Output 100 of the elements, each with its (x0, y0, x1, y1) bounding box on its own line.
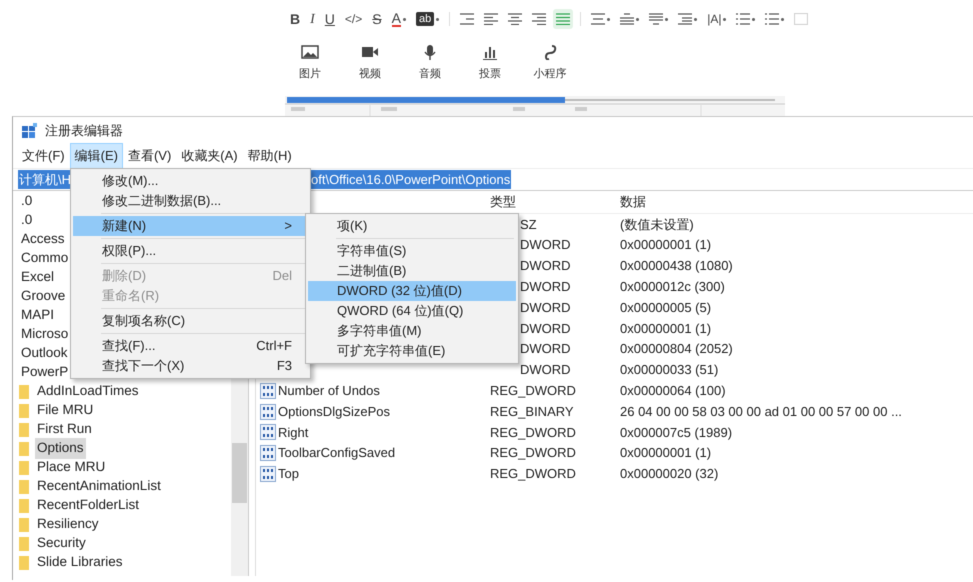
column-header[interactable]: 类型 (490, 192, 620, 212)
menu-item[interactable]: QWORD (64 位)值(Q) (308, 301, 516, 321)
tree-item[interactable]: First Run (35, 419, 94, 440)
value-type: REG_BINARY (490, 402, 575, 421)
menu-item[interactable]: DWORD (32 位)值(D) (308, 281, 516, 301)
value-type: DWORD (519, 278, 572, 296)
folder-icon (19, 498, 29, 512)
value-data: 0x00000005 (5) (620, 298, 712, 317)
menu-item[interactable]: 字符串值(S) (308, 241, 516, 261)
tree-item[interactable]: Groove (19, 286, 68, 307)
value-data: 0x00000001 (1) (620, 320, 712, 338)
tree-item[interactable]: Excel (19, 267, 56, 288)
value-data: (数值未设置) (620, 216, 694, 234)
tree-item[interactable]: Commo (19, 248, 70, 269)
insert-image-button[interactable]: 图片 (280, 44, 340, 94)
image-icon (301, 44, 319, 60)
value-type: DWORD (519, 257, 572, 276)
value-type: REG_DWORD (490, 465, 577, 484)
font-color-button[interactable]: A (388, 9, 409, 29)
value-type: DWORD (519, 340, 572, 358)
folder-icon (19, 384, 29, 398)
value-data: 0x00000804 (2052) (620, 340, 733, 358)
menu-item[interactable]: 帮助(H) (242, 143, 297, 169)
tree-item[interactable]: Access (19, 229, 67, 250)
menu-item[interactable]: 复制项名称(C) (73, 311, 308, 331)
menu-item[interactable]: 收藏夹(A) (176, 143, 243, 169)
justify-icon[interactable] (553, 9, 574, 29)
binary-value-icon (260, 404, 276, 420)
value-name[interactable]: Top (278, 464, 299, 484)
menu-item[interactable]: 文件(F) (17, 143, 70, 169)
value-type: DWORD (519, 361, 572, 380)
menu-item[interactable]: 可扩充字符串值(E) (308, 341, 516, 361)
tree-item[interactable]: RecentAnimationList (35, 476, 163, 497)
value-name[interactable]: Number of Undos (278, 381, 380, 401)
highlight-button[interactable]: ab (412, 9, 442, 29)
tree-item[interactable]: RecentFolderList (35, 495, 142, 516)
menu-item[interactable]: 查看(V) (122, 143, 176, 169)
value-data: 0x00000001 (1) (620, 444, 712, 462)
tree-item[interactable]: PowerP (19, 362, 70, 383)
folder-icon (19, 556, 29, 570)
value-type: DWORD (519, 320, 572, 338)
tree-item[interactable]: Place MRU (35, 457, 108, 478)
insert-video-button[interactable]: 视频 (340, 44, 400, 94)
insert-audio-button[interactable]: 音频 (400, 44, 460, 94)
value-type: REG_DWORD (490, 444, 577, 462)
folder-icon (19, 518, 29, 532)
address-text: 计算机\H (18, 170, 72, 190)
menu-item[interactable]: 新建(N) > (73, 216, 308, 236)
binary-value-icon (260, 382, 276, 399)
binary-value-icon (260, 466, 276, 482)
value-data: 0x00000020 (32) (620, 465, 718, 484)
folder-icon (19, 422, 29, 436)
folder-icon (19, 480, 29, 494)
tree-item[interactable]: AddInLoadTimes (35, 381, 141, 402)
tree-item[interactable]: Resiliency (35, 514, 101, 535)
value-name[interactable]: OptionsDlgSizePos (278, 402, 390, 422)
window-title: 注册表编辑器 (45, 122, 123, 140)
value-type: DWORD (519, 236, 572, 254)
menu-item[interactable]: 权限(P)... (73, 241, 308, 261)
menu-item[interactable]: 项(K) (308, 216, 516, 236)
menu-item[interactable]: 修改(M)... (73, 171, 308, 191)
menu-item[interactable]: 二进制值(B) (308, 261, 516, 281)
insert-mini-program-button[interactable]: 小程序 (520, 44, 580, 94)
format-button[interactable]: |A| (704, 9, 730, 29)
tree-item[interactable]: Outlook (19, 343, 70, 364)
tree-item[interactable]: Options (35, 438, 86, 459)
tree-item[interactable]: .0 (19, 191, 34, 212)
strikethrough-button[interactable]: S (369, 9, 385, 29)
italic-button[interactable]: I (307, 9, 318, 29)
format-button[interactable]: </> (342, 9, 366, 29)
scroll-thumb[interactable] (232, 443, 247, 503)
tree-item[interactable]: MAPI (19, 305, 56, 326)
bar-chart-icon (481, 44, 499, 60)
menu-item[interactable]: 修改二进制数据(B)... (73, 191, 308, 211)
value-type: DWORD (519, 298, 572, 317)
underline-button[interactable]: U (322, 9, 338, 29)
folder-icon (19, 404, 29, 418)
tree-item[interactable]: Security (35, 533, 88, 554)
address-text: oft\Office\16.0\PowerPoint\Options (310, 170, 512, 190)
tree-item[interactable]: File MRU (35, 400, 96, 421)
value-type: REG_DWORD (490, 382, 577, 400)
insert-poll-button[interactable]: 投票 (460, 44, 520, 94)
value-type: REG_DWORD (490, 424, 577, 442)
value-data: 0x00000001 (1) (620, 236, 712, 254)
tree-item[interactable]: .0 (19, 210, 34, 231)
menu-item[interactable]: 查找(F)... Ctrl+F (73, 336, 308, 356)
bold-button[interactable]: B (287, 9, 304, 29)
value-data: 0x00000064 (100) (620, 382, 726, 400)
column-header[interactable]: 数据 (620, 192, 646, 212)
value-name[interactable]: ToolbarConfigSaved (278, 443, 396, 463)
menu-item[interactable]: 查找下一个(X) F3 (73, 356, 308, 376)
value-name[interactable]: Right (278, 422, 308, 442)
menu-item[interactable]: 多字符串值(M) (308, 321, 516, 341)
video-camera-icon (361, 44, 379, 60)
binary-value-icon (260, 445, 276, 462)
tree-item[interactable]: Microso (19, 324, 70, 345)
registry-app-icon (22, 122, 38, 138)
value-data: 0x00000033 (51) (620, 361, 718, 380)
menu-item[interactable]: 编辑(E) (70, 143, 123, 169)
tree-item[interactable]: Slide Libraries (35, 552, 125, 573)
